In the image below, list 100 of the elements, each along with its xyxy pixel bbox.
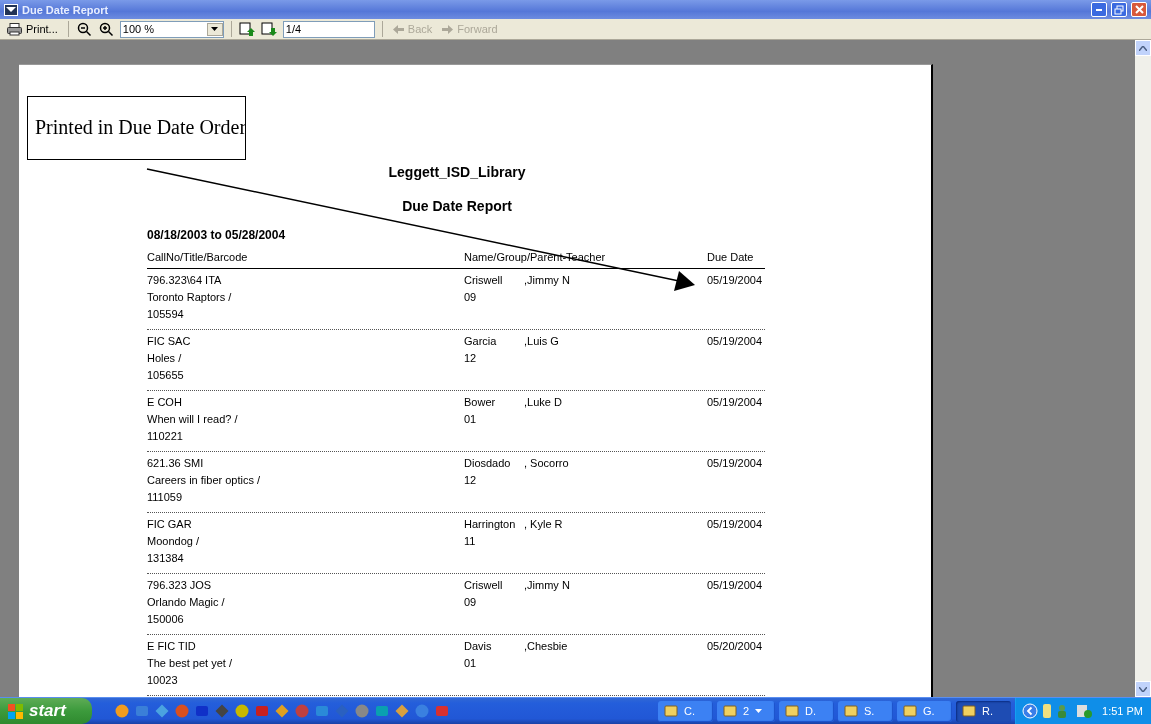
quick-launch-icon[interactable] xyxy=(214,703,230,719)
group: 11 xyxy=(464,533,524,550)
quick-launch-icon[interactable] xyxy=(274,703,290,719)
last-name: Bower xyxy=(464,395,497,410)
book-title: Holes / xyxy=(147,351,183,366)
quick-launch-icon[interactable] xyxy=(134,703,150,719)
last-name: Criswell xyxy=(464,273,504,288)
annotation-callout: Printed in Due Date Order xyxy=(27,96,246,160)
quick-launch-icon[interactable] xyxy=(314,703,330,719)
book-title: Orlando Magic / xyxy=(147,595,226,610)
next-page-icon[interactable] xyxy=(260,20,279,38)
taskbar-button[interactable]: G. xyxy=(897,700,953,722)
tray-icon[interactable] xyxy=(1042,703,1053,719)
window-icon xyxy=(903,705,918,717)
quick-launch-icon[interactable] xyxy=(114,703,130,719)
group: 12 xyxy=(464,350,524,367)
scroll-down-icon[interactable] xyxy=(1139,686,1147,692)
book-title: Toronto Raptors / xyxy=(147,290,233,305)
quick-launch-icon[interactable] xyxy=(154,703,170,719)
scroll-up-icon[interactable] xyxy=(1139,45,1147,51)
taskbar-button[interactable]: S. xyxy=(838,700,894,722)
clock: 1:51 PM xyxy=(1102,705,1143,717)
zoom-in-icon[interactable] xyxy=(97,20,116,38)
column-header: CallNo/Title/Barcode xyxy=(147,250,249,265)
due-date: 05/20/2004 xyxy=(707,639,764,654)
barcode: 131384 xyxy=(147,551,185,566)
print-button[interactable]: Print... xyxy=(4,20,61,38)
first-name: , Kyle R xyxy=(524,517,564,532)
app-icon xyxy=(4,3,18,16)
first-name: ,Luis G xyxy=(524,334,560,349)
date-range: 08/18/2003 to 05/28/2004 xyxy=(147,227,287,244)
quick-launch-icon[interactable] xyxy=(394,703,410,719)
first-name: ,Chesbie xyxy=(524,639,569,654)
tray-icon[interactable] xyxy=(1076,703,1093,719)
restore-icon xyxy=(1114,4,1124,15)
group: 12 xyxy=(464,472,524,489)
call-number: 796.323 JOS xyxy=(147,578,213,593)
window-icon xyxy=(723,705,738,717)
zoom-out-icon[interactable] xyxy=(75,20,94,38)
due-date: 05/19/2004 xyxy=(707,334,764,349)
taskbar-button[interactable]: R. xyxy=(956,700,1012,722)
arrow-right-icon xyxy=(442,24,454,34)
quick-launch-icon[interactable] xyxy=(174,703,190,719)
book-title: The best pet yet / xyxy=(147,656,233,671)
barcode: 150006 xyxy=(147,612,185,627)
barcode: 111059 xyxy=(147,490,184,505)
barcode: 105655 xyxy=(147,368,185,383)
page-number-field[interactable]: 1/4 xyxy=(282,20,375,38)
last-name: Diosdado xyxy=(464,456,512,471)
first-name: , Socorro xyxy=(524,456,570,471)
last-name: Harrington xyxy=(464,517,517,532)
caret-icon xyxy=(755,709,763,713)
last-name: Garcia xyxy=(464,334,498,349)
last-name: Criswell xyxy=(464,578,504,593)
previous-page-icon[interactable] xyxy=(238,20,257,38)
barcode: 110221 xyxy=(147,429,184,444)
due-date: 05/19/2004 xyxy=(707,456,764,471)
taskbar-button[interactable]: C. xyxy=(658,700,714,722)
chevron-left-icon[interactable] xyxy=(1022,703,1039,719)
minimize-icon xyxy=(1096,8,1102,11)
printer-icon xyxy=(7,22,22,36)
close-button[interactable] xyxy=(1131,2,1147,17)
maximize-button[interactable] xyxy=(1111,2,1127,17)
window-icon xyxy=(785,705,800,717)
dropdown-caret-icon[interactable] xyxy=(206,22,223,36)
call-number: FIC GAR xyxy=(147,517,193,532)
first-name: ,Jimmy N xyxy=(524,273,571,288)
quick-launch-icon[interactable] xyxy=(234,703,250,719)
group: 01 xyxy=(464,655,524,672)
zoom-dropdown[interactable]: 100 % xyxy=(119,20,224,38)
due-date: 05/19/2004 xyxy=(707,395,764,410)
quick-launch-icon[interactable] xyxy=(374,703,390,719)
quick-launch-icon[interactable] xyxy=(354,703,370,719)
quick-launch-icon[interactable] xyxy=(194,703,210,719)
window-icon xyxy=(962,705,977,717)
book-title: When will I read? / xyxy=(147,412,239,427)
organization-name: Leggett_ISD_Library xyxy=(387,164,527,182)
column-header: Due Date xyxy=(707,250,755,265)
last-name: Davis xyxy=(464,639,493,654)
call-number: E COH xyxy=(147,395,183,410)
window-icon xyxy=(664,705,679,717)
windows-flag-icon xyxy=(8,703,24,719)
due-date: 05/19/2004 xyxy=(707,578,764,593)
first-name: ,Luke D xyxy=(524,395,563,410)
call-number: FIC SAC xyxy=(147,334,192,349)
window-title: Due Date Report xyxy=(22,3,110,16)
barcode: 10023 xyxy=(147,673,179,688)
first-name: ,Jimmy N xyxy=(524,578,571,593)
minimize-button[interactable] xyxy=(1091,2,1107,17)
close-icon xyxy=(1134,5,1144,14)
report-title: Due Date Report xyxy=(401,198,513,215)
group: 01 xyxy=(464,411,524,428)
due-date: 05/19/2004 xyxy=(707,273,764,288)
taskbar-button[interactable]: D. xyxy=(779,700,835,722)
scrollbar[interactable] xyxy=(1135,40,1151,697)
quick-launch-icon[interactable] xyxy=(414,703,430,719)
start-button[interactable]: start xyxy=(0,698,92,724)
taskbar-button[interactable]: 2 xyxy=(717,700,776,722)
call-number: 796.323\64 ITA xyxy=(147,273,223,288)
barcode: 105594 xyxy=(147,307,185,322)
